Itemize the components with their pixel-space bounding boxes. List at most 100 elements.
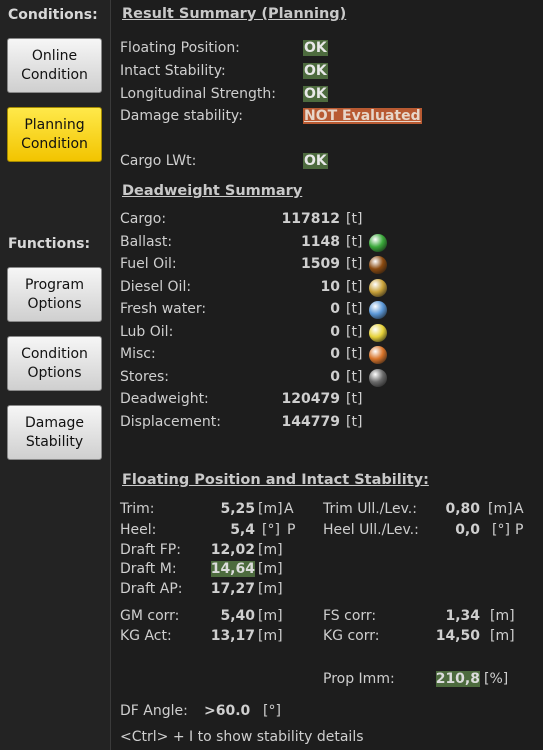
lub-oil-unit: [t]	[346, 323, 363, 340]
fuel-oil-unit: [t]	[346, 256, 363, 272]
stores-unit: [t]	[346, 368, 363, 385]
kg-act-value: 13,17	[210, 628, 255, 644]
kg-corr-value: 14,50	[435, 628, 480, 644]
longitudinal-strength-status: OK	[303, 86, 328, 102]
heel-ull-unit: [°]	[492, 522, 510, 538]
ballast-label: Ballast:	[120, 233, 173, 250]
diesel-oil-label: Diesel Oil:	[120, 278, 192, 295]
diesel-oil-value: 10	[320, 278, 340, 295]
fresh-water-label: Fresh water:	[120, 301, 207, 317]
fs-corr-value: 1,34	[445, 608, 480, 624]
ballast-value: 1148	[301, 233, 340, 250]
longitudinal-strength-label: Longitudinal Strength:	[120, 86, 276, 102]
gm-corr-value: 5,40	[220, 608, 255, 624]
result-summary-title: Result Summary (Planning)	[122, 6, 347, 22]
cargo-unit: [t]	[346, 211, 363, 227]
deadweight-unit: [t]	[346, 391, 363, 407]
heel-dir: P	[287, 522, 296, 538]
sidebar: Conditions: Online Condition Planning Co…	[0, 0, 111, 750]
fs-corr-label: FS corr:	[323, 608, 377, 624]
fresh-water-value: 0	[330, 301, 340, 317]
diesel-oil-indicator-icon	[369, 278, 387, 297]
kg-corr-label: KG corr:	[323, 628, 380, 644]
kg-act-unit: [m]	[258, 628, 283, 644]
heel-ull-label: Heel Ull./Lev.:	[323, 522, 419, 538]
floating-position-label: Floating Position:	[120, 40, 240, 56]
trim-dir: A	[284, 501, 294, 517]
deadweight-summary-title: Deadweight Summary	[122, 183, 303, 199]
diesel-oil-unit: [t]	[346, 278, 363, 295]
draft-m-label: Draft M:	[120, 561, 177, 577]
fuel-oil-label: Fuel Oil:	[120, 256, 177, 272]
stability-title: Floating Position and Intact Stability:	[122, 472, 429, 488]
intact-stability-label: Intact Stability:	[120, 63, 226, 79]
lub-oil-indicator-icon	[369, 323, 387, 342]
draft-fp-value: 12,02	[210, 542, 255, 558]
lub-oil-label: Lub Oil:	[120, 323, 174, 340]
online-condition-button[interactable]: Online Condition	[7, 38, 102, 93]
heel-label: Heel:	[120, 522, 157, 538]
deadweight-label: Deadweight:	[120, 391, 209, 407]
draft-m-unit: [m]	[258, 561, 283, 577]
draft-ap-value: 17,27	[210, 581, 255, 597]
conditions-label: Conditions:	[8, 7, 98, 23]
fuel-oil-indicator-icon	[369, 256, 387, 274]
stores-indicator-icon	[369, 368, 387, 387]
misc-value: 0	[330, 346, 340, 362]
fuel-oil-value: 1509	[301, 256, 340, 272]
gm-corr-unit: [m]	[258, 608, 283, 624]
functions-label: Functions:	[8, 236, 91, 252]
damage-stability-label: Damage stability:	[120, 108, 243, 124]
gm-corr-label: GM corr:	[120, 608, 180, 624]
planning-condition-button[interactable]: Planning Condition	[7, 107, 102, 162]
fs-corr-unit: [m]	[490, 608, 515, 624]
cargo-label: Cargo:	[120, 211, 167, 227]
damage-stability-button[interactable]: Damage Stability	[7, 405, 102, 460]
ballast-unit: [t]	[346, 233, 363, 250]
displacement-value: 144779	[281, 413, 340, 430]
df-angle-label: DF Angle:	[120, 703, 188, 719]
stores-label: Stores:	[120, 368, 170, 385]
trim-value: 5,25	[220, 501, 255, 517]
displacement-unit: [t]	[346, 413, 363, 430]
floating-position-status: OK	[303, 40, 328, 56]
kg-act-label: KG Act:	[120, 628, 172, 644]
draft-ap-label: Draft AP:	[120, 581, 183, 597]
trim-label: Trim:	[120, 501, 155, 517]
lub-oil-value: 0	[330, 323, 340, 340]
damage-stability-status: NOT Evaluated	[303, 108, 422, 124]
prop-imm-value: 210,8	[435, 671, 480, 687]
stores-value: 0	[330, 368, 340, 385]
draft-fp-unit: [m]	[258, 542, 283, 558]
stability-details-hint: <Ctrl> + I to show stability details	[120, 729, 364, 745]
trim-ull-value: 0,80	[445, 501, 480, 517]
df-angle-unit: [°]	[263, 703, 281, 719]
prop-imm-label: Prop Imm:	[323, 671, 395, 687]
deadweight-value: 120479	[281, 391, 340, 407]
heel-ull-value: 0,0	[455, 522, 480, 538]
kg-corr-unit: [m]	[490, 628, 515, 644]
trim-ull-dir: A	[514, 501, 524, 517]
draft-m-value: 14,64	[210, 561, 255, 577]
displacement-label: Displacement:	[120, 413, 221, 430]
df-angle-value: >60.0	[204, 703, 251, 719]
draft-fp-label: Draft FP:	[120, 542, 181, 558]
draft-ap-unit: [m]	[258, 581, 283, 597]
cargo-value: 117812	[281, 211, 340, 227]
trim-unit: [m]	[258, 501, 283, 517]
heel-unit: [°]	[262, 522, 280, 538]
trim-ull-label: Trim Ull./Lev.:	[323, 501, 417, 517]
misc-label: Misc:	[120, 346, 156, 362]
condition-options-button[interactable]: Condition Options	[7, 336, 102, 391]
fresh-water-indicator-icon	[369, 301, 387, 319]
prop-imm-unit: [%]	[484, 671, 509, 687]
misc-unit: [t]	[346, 346, 363, 362]
misc-indicator-icon	[369, 346, 387, 364]
cargo-lwt-label: Cargo LWt:	[120, 153, 197, 169]
intact-stability-status: OK	[303, 63, 328, 79]
heel-value: 5,4	[230, 522, 255, 538]
fresh-water-unit: [t]	[346, 301, 363, 317]
heel-ull-dir: P	[515, 522, 524, 538]
program-options-button[interactable]: Program Options	[7, 267, 102, 322]
trim-ull-unit: [m]	[488, 501, 513, 517]
